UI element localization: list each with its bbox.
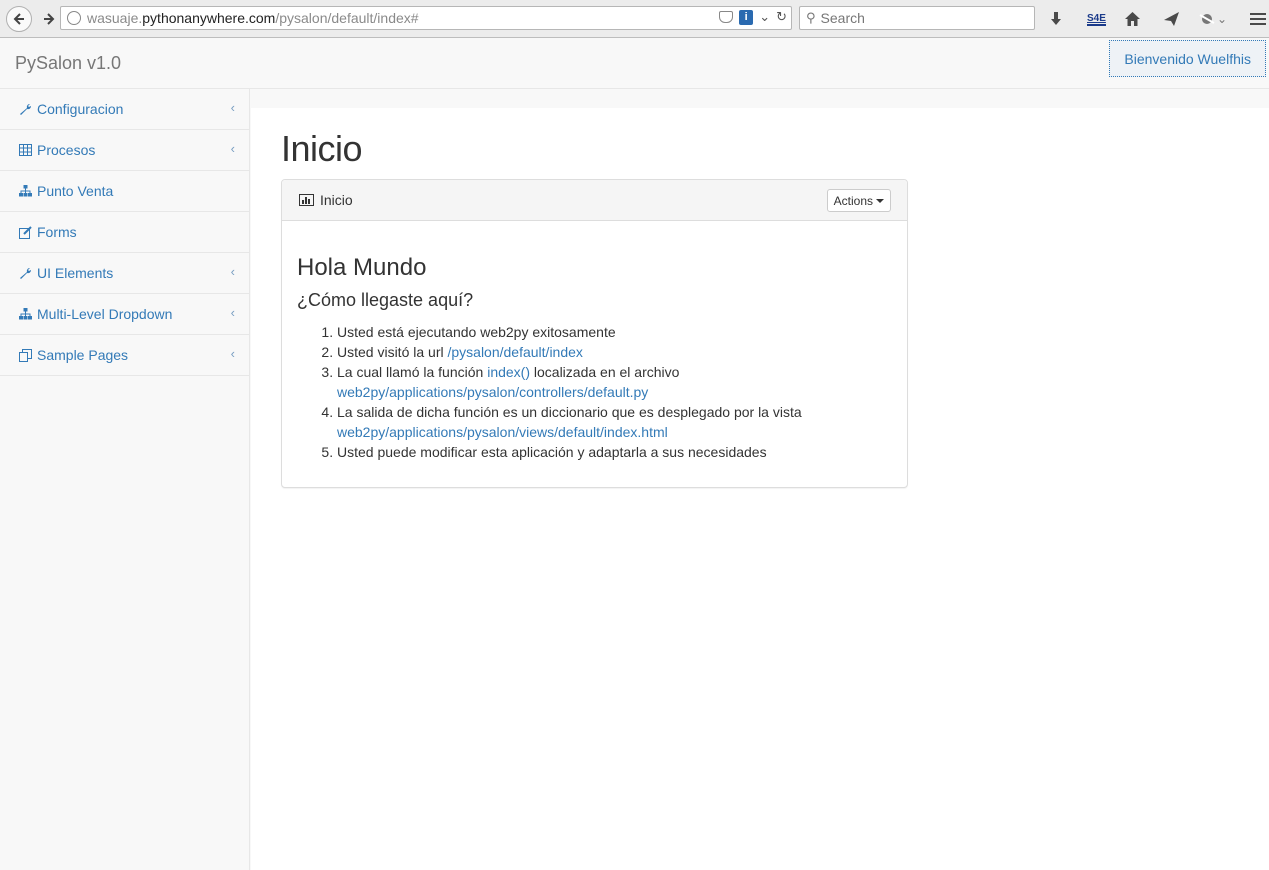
sidebar-item-label: Multi-Level Dropdown [37, 306, 173, 322]
chevron-left-icon: ‹ [230, 305, 235, 320]
panel-title: Inicio [299, 192, 353, 208]
edit-icon [18, 225, 32, 239]
sidebar-item-ui-elements[interactable]: UI Elements ‹ [0, 253, 249, 294]
sidebar-item-sample-pages[interactable]: Sample Pages ‹ [0, 335, 249, 376]
url-text: wasuaje.pythonanywhere.com/pysalon/defau… [87, 10, 419, 26]
list-item: Usted visitó la url /pysalon/default/ind… [337, 342, 897, 362]
download-icon[interactable] [1048, 8, 1064, 30]
search-icon: ⚲ [806, 10, 816, 25]
sitemap-icon [18, 307, 32, 321]
app-navbar: PySalon v1.0 Bienvenido Wuelfhis [0, 39, 1269, 89]
sidebar-item-label: Configuracion [37, 101, 124, 117]
panel-heading: Inicio Actions [282, 180, 907, 221]
info-icon[interactable]: i [739, 9, 754, 25]
home-icon[interactable] [1124, 8, 1141, 30]
browser-toolbar: wasuaje.pythonanywhere.com/pysalon/defau… [0, 0, 1269, 38]
table-icon [18, 143, 32, 157]
user-menu[interactable]: Bienvenido Wuelfhis [1109, 40, 1266, 77]
sidebar-item-label: Punto Venta [37, 183, 114, 199]
bar-chart-icon [299, 194, 314, 206]
sidebar-item-label: Procesos [37, 142, 96, 158]
content-panel: Inicio Actions Hola Mundo ¿Cómo llegaste… [281, 179, 908, 488]
search-bar[interactable]: ⚲ [799, 6, 1035, 30]
list-item: Usted está ejecutando web2py exitosament… [337, 322, 897, 342]
panel-heading-hola: Hola Mundo [297, 254, 427, 281]
menu-icon[interactable] [1250, 8, 1266, 30]
sidebar-item-procesos[interactable]: Procesos ‹ [0, 130, 249, 171]
s4e-icon[interactable]: S4E [1087, 8, 1106, 30]
files-icon [18, 348, 32, 362]
back-arrow-icon[interactable] [6, 6, 32, 32]
chevron-left-icon: ‹ [230, 346, 235, 361]
chevron-down-icon[interactable]: ⌄ [759, 9, 770, 25]
sidebar: Configuracion ‹ Procesos ‹ Punto Venta F… [0, 89, 250, 870]
sidebar-item-label: Sample Pages [37, 347, 129, 363]
list-item: Usted puede modificar esta aplicación y … [337, 442, 897, 462]
search-input[interactable] [820, 10, 1021, 26]
pocket-icon[interactable] [719, 11, 734, 23]
panel-title-text: Inicio [320, 192, 353, 208]
brand-title[interactable]: PySalon v1.0 [15, 53, 121, 74]
url-link[interactable]: /pysalon/default/index [447, 344, 582, 360]
caret-down-icon [876, 198, 884, 203]
wrench-icon [18, 266, 32, 280]
forward-arrow-icon[interactable] [36, 6, 62, 32]
url-bar[interactable]: wasuaje.pythonanywhere.com/pysalon/defau… [60, 6, 792, 30]
extension-icon[interactable] [1198, 8, 1216, 30]
panel-subheading: ¿Cómo llegaste aquí? [297, 290, 474, 310]
list-item: La salida de dicha función es un diccion… [337, 402, 897, 442]
main-content: Inicio Inicio Actions Hola Mundo ¿Cómo l… [251, 108, 1269, 870]
actions-label: Actions [833, 193, 873, 208]
send-icon[interactable] [1163, 8, 1180, 30]
controller-file-link[interactable]: web2py/applications/pysalon/controllers/… [337, 384, 648, 400]
steps-list: Usted está ejecutando web2py exitosament… [337, 322, 897, 462]
view-file-link[interactable]: web2py/applications/pysalon/views/defaul… [337, 424, 668, 440]
actions-dropdown-button[interactable]: Actions [826, 189, 891, 212]
function-link[interactable]: index() [487, 364, 530, 380]
sidebar-item-multi-level-dropdown[interactable]: Multi-Level Dropdown ‹ [0, 294, 249, 335]
chevron-left-icon: ‹ [230, 141, 235, 156]
sitemap-icon [18, 184, 32, 198]
sidebar-item-forms[interactable]: Forms [0, 212, 249, 253]
sidebar-item-punto-venta[interactable]: Punto Venta [0, 171, 249, 212]
reload-icon[interactable]: ↻ [776, 9, 787, 25]
sidebar-item-label: Forms [37, 224, 77, 240]
list-item: La cual llamó la función index() localiz… [337, 362, 897, 402]
chevron-left-icon: ‹ [230, 264, 235, 279]
chevron-down-icon[interactable]: ⌄ [1217, 8, 1227, 30]
globe-icon [67, 11, 81, 25]
wrench-icon [18, 102, 32, 116]
sidebar-item-label: UI Elements [37, 265, 114, 281]
page-title: Inicio [281, 128, 363, 169]
chevron-left-icon: ‹ [230, 100, 235, 115]
sidebar-item-configuracion[interactable]: Configuracion ‹ [0, 89, 249, 130]
